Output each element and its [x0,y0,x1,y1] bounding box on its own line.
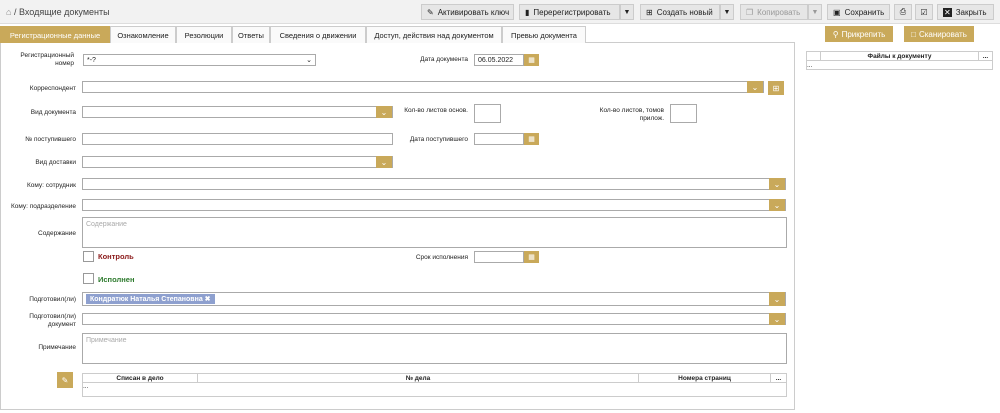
case-table: Списан в дело № дела Номера страниц... ... [82,373,787,397]
correspondent-label: Корреспондент [29,85,76,92]
plus-icon: ⊞ [772,83,780,93]
prepared-tag: Кондратюк Наталья Степановна ✖ [86,294,215,304]
to-employee-select[interactable]: ⌄ [82,178,786,190]
register-icon: ▮ [525,7,530,17]
edit-icon: ✎ [61,375,69,385]
reg-number-label: Регистрационный номер [20,52,74,67]
activate-key-button[interactable]: ✎ Активировать ключ [421,4,514,20]
check-icon: ☑ [920,7,928,17]
done-checkbox[interactable] [83,273,94,284]
close-button[interactable]: ✕ Закрыть [937,4,994,20]
to-department-label: Кому: подразделение [10,203,76,210]
copy-dropdown-icon[interactable]: ▼ [808,4,822,20]
control-label: Контроль [98,252,134,261]
sheets-main-input[interactable] [474,104,501,123]
save-button[interactable]: ▣ Сохранить [827,4,890,20]
doc-type-label: Вид документа [30,109,76,116]
prepared-doc-select[interactable]: ⌄ [82,313,786,325]
doc-date-input[interactable]: 06.05.2022 [474,54,524,66]
document-icon: □ [911,29,916,39]
copy-icon: ❐ [746,7,754,17]
content-textarea[interactable]: Содержание [82,217,787,248]
prepared-select[interactable]: Кондратюк Наталья Степановна ✖ ⌄ [82,292,786,306]
to-employee-label: Кому: сотрудник [26,182,76,189]
content-label: Содержание [38,230,76,237]
key-icon: ✎ [427,7,434,17]
sheets-attach-label: Кол-во листов, томов прилож. [599,107,664,122]
chevron-down-icon: ⌄ [376,156,392,168]
prepared-doc-label: Подготовил(ли) документ [29,313,76,328]
tab-acquaintance[interactable]: Ознакомление [110,26,176,43]
breadcrumb: ⌂ / Входящие документы [6,7,110,17]
chevron-down-icon: ⌄ [769,292,785,306]
remove-tag-icon[interactable]: ✖ [205,296,211,303]
incoming-date-label: Дата поступившего [409,136,468,143]
note-label: Примечание [38,344,76,351]
files-table: Файлы к документу... ... [806,51,993,70]
edit-case-button[interactable]: ✎ [57,372,73,388]
delivery-label: Вид доставки [35,159,76,166]
home-icon[interactable]: ⌂ [6,7,11,17]
create-new-button[interactable]: ⊞ Создать новый [640,4,720,20]
incoming-number-label: № поступившего [25,136,76,143]
chevron-down-icon: ⌄ [747,81,763,93]
print-icon: ⎙ [899,7,907,16]
tab-answers[interactable]: Ответы [232,26,270,43]
incoming-number-input[interactable] [82,133,393,145]
chevron-down-icon: ⌄ [306,57,312,64]
close-icon: ✕ [943,7,952,17]
sheets-main-label: Кол-во листов основ. [404,107,468,114]
tab-movement[interactable]: Сведения о движении [270,26,366,43]
search-icon: ⚲ [832,29,839,39]
doc-type-select[interactable]: ⌄ [82,106,393,118]
reg-number-select[interactable]: *-? ⌄ [83,54,316,66]
chevron-down-icon: ⌄ [376,106,392,118]
chevron-down-icon: ⌄ [769,199,785,211]
calendar-icon[interactable]: ▦ [524,133,539,145]
print-button[interactable]: ⎙ [894,4,912,20]
tab-bar: Регистрационные данные Ознакомление Резо… [0,26,795,43]
tab-access[interactable]: Доступ, действия над документом [366,26,502,43]
deadline-label: Срок исполнения [415,254,468,261]
to-department-select[interactable]: ⌄ [82,199,786,211]
attach-button[interactable]: ⚲ Прикрепить [825,26,893,42]
reregister-dropdown-icon[interactable]: ▼ [620,4,634,20]
check-button[interactable]: ☑ [915,4,933,20]
scan-button[interactable]: □ Сканировать [904,26,974,42]
add-correspondent-button[interactable]: ⊞ [768,81,784,95]
save-icon: ▣ [833,7,841,17]
note-textarea[interactable]: Примечание [82,333,787,364]
doc-date-label: Дата документа [420,56,468,63]
chevron-down-icon: ⌄ [769,313,785,325]
correspondent-select[interactable]: ⌄ [82,81,764,93]
chevron-down-icon: ⌄ [769,178,785,190]
prepared-label: Подготовил(ли) [29,296,76,303]
done-label: Исполнен [98,275,135,284]
control-checkbox[interactable] [83,251,94,262]
tab-preview[interactable]: Превью документа [502,26,586,43]
sheets-attach-input[interactable] [670,104,697,123]
create-new-dropdown-icon[interactable]: ▼ [720,4,734,20]
tab-registration[interactable]: Регистрационные данные [0,26,110,43]
tab-resolutions[interactable]: Резолюции [176,26,232,43]
calendar-icon[interactable]: ▦ [524,251,539,263]
incoming-date-input[interactable] [474,133,524,145]
delivery-select[interactable]: ⌄ [82,156,393,168]
reregister-button[interactable]: ▮ Перерегистрировать [519,4,620,20]
plus-square-icon: ⊞ [646,7,653,17]
copy-button[interactable]: ❐ Копировать [740,4,808,20]
deadline-input[interactable] [474,251,524,263]
calendar-icon[interactable]: ▦ [524,54,539,66]
